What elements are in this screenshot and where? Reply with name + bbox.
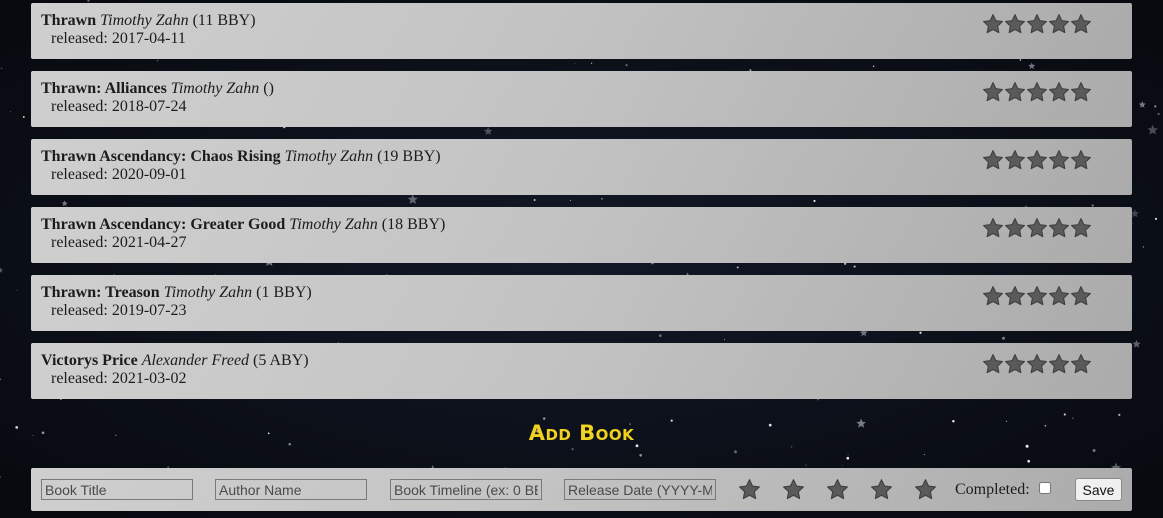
star-icon[interactable] bbox=[1004, 353, 1026, 375]
book-timeline: () bbox=[263, 80, 274, 97]
book-item: Thrawn: Alliances Timothy Zahn () releas… bbox=[31, 71, 1132, 127]
book-release-date: released: 2021-03-02 bbox=[51, 370, 187, 387]
book-release-date: released: 2021-04-27 bbox=[51, 234, 187, 251]
book-title: Victorys Price bbox=[41, 352, 138, 369]
star-icon[interactable] bbox=[914, 478, 937, 501]
save-button[interactable]: Save bbox=[1075, 478, 1122, 501]
book-item: Thrawn Ascendancy: Greater Good Timothy … bbox=[31, 207, 1132, 263]
add-book-form: Completed: Save bbox=[31, 468, 1132, 511]
book-timeline-input[interactable] bbox=[390, 479, 542, 500]
book-title: Thrawn Ascendancy: Chaos Rising bbox=[41, 148, 281, 165]
star-icon[interactable] bbox=[1004, 285, 1026, 307]
book-item: Victorys Price Alexander Freed (5 ABY) r… bbox=[31, 343, 1132, 399]
star-icon[interactable] bbox=[782, 478, 805, 501]
star-icon[interactable] bbox=[1026, 149, 1048, 171]
star-icon[interactable] bbox=[1048, 353, 1070, 375]
book-item: Thrawn: Treason Timothy Zahn (1 BBY) rel… bbox=[31, 275, 1132, 331]
star-icon[interactable] bbox=[982, 13, 1004, 35]
star-rating[interactable] bbox=[982, 353, 1092, 375]
star-icon[interactable] bbox=[1004, 81, 1026, 103]
star-icon[interactable] bbox=[1048, 13, 1070, 35]
star-rating[interactable] bbox=[982, 149, 1092, 171]
star-icon[interactable] bbox=[1026, 217, 1048, 239]
author-name-input[interactable] bbox=[215, 479, 367, 500]
star-icon[interactable] bbox=[1004, 149, 1026, 171]
star-icon[interactable] bbox=[1070, 13, 1092, 35]
book-title-input[interactable] bbox=[41, 479, 193, 500]
book-author: Timothy Zahn bbox=[170, 80, 260, 97]
star-icon[interactable] bbox=[1048, 217, 1070, 239]
star-icon[interactable] bbox=[826, 478, 849, 501]
star-icon[interactable] bbox=[1004, 13, 1026, 35]
book-title: Thrawn bbox=[41, 12, 97, 29]
star-icon[interactable] bbox=[982, 217, 1004, 239]
book-item: Thrawn Timothy Zahn (11 BBY) released: 2… bbox=[31, 3, 1132, 59]
star-icon[interactable] bbox=[1070, 149, 1092, 171]
book-list: Thrawn Timothy Zahn (11 BBY) released: 2… bbox=[31, 3, 1132, 411]
star-icon[interactable] bbox=[982, 149, 1004, 171]
book-title: Thrawn: Alliances bbox=[41, 80, 167, 97]
star-icon[interactable] bbox=[1070, 353, 1092, 375]
book-release-date: released: 2019-07-23 bbox=[51, 302, 187, 319]
star-icon[interactable] bbox=[982, 285, 1004, 307]
star-rating[interactable] bbox=[982, 217, 1092, 239]
completed-label: Completed: bbox=[955, 481, 1030, 498]
star-icon[interactable] bbox=[870, 478, 893, 501]
star-icon[interactable] bbox=[1070, 217, 1092, 239]
star-icon[interactable] bbox=[1026, 285, 1048, 307]
star-icon[interactable] bbox=[1070, 285, 1092, 307]
star-icon[interactable] bbox=[1026, 13, 1048, 35]
book-author: Timothy Zahn bbox=[100, 12, 189, 29]
star-icon[interactable] bbox=[1026, 81, 1048, 103]
star-rating[interactable] bbox=[982, 13, 1092, 35]
book-author: Timothy Zahn bbox=[284, 148, 374, 165]
completed-checkbox[interactable] bbox=[1039, 482, 1051, 494]
book-timeline: (5 ABY) bbox=[253, 352, 309, 369]
book-title: Thrawn: Treason bbox=[41, 284, 160, 301]
book-timeline: (11 BBY) bbox=[192, 12, 256, 29]
book-timeline: (19 BBY) bbox=[377, 148, 441, 165]
release-date-input[interactable] bbox=[564, 479, 716, 500]
star-icon[interactable] bbox=[738, 478, 761, 501]
star-icon[interactable] bbox=[1004, 217, 1026, 239]
star-icon[interactable] bbox=[1048, 285, 1070, 307]
star-icon[interactable] bbox=[1070, 81, 1092, 103]
star-icon[interactable] bbox=[1048, 81, 1070, 103]
new-book-star-rating[interactable] bbox=[738, 478, 937, 501]
book-title: Thrawn Ascendancy: Greater Good bbox=[41, 216, 286, 233]
book-release-date: released: 2018-07-24 bbox=[51, 98, 187, 115]
star-icon[interactable] bbox=[982, 353, 1004, 375]
book-release-date: released: 2017-04-11 bbox=[51, 30, 186, 47]
book-author: Timothy Zahn bbox=[289, 216, 378, 233]
star-icon[interactable] bbox=[1048, 149, 1070, 171]
book-release-date: released: 2020-09-01 bbox=[51, 166, 187, 183]
star-icon[interactable] bbox=[1026, 353, 1048, 375]
star-rating[interactable] bbox=[982, 81, 1092, 103]
book-timeline: (18 BBY) bbox=[381, 216, 446, 233]
book-author: Timothy Zahn bbox=[163, 284, 253, 301]
star-rating[interactable] bbox=[982, 285, 1092, 307]
book-timeline: (1 BBY) bbox=[256, 284, 312, 301]
book-author: Alexander Freed bbox=[141, 352, 250, 369]
book-item: Thrawn Ascendancy: Chaos Rising Timothy … bbox=[31, 139, 1132, 195]
add-book-heading: Add Book bbox=[528, 421, 635, 445]
star-icon[interactable] bbox=[982, 81, 1004, 103]
